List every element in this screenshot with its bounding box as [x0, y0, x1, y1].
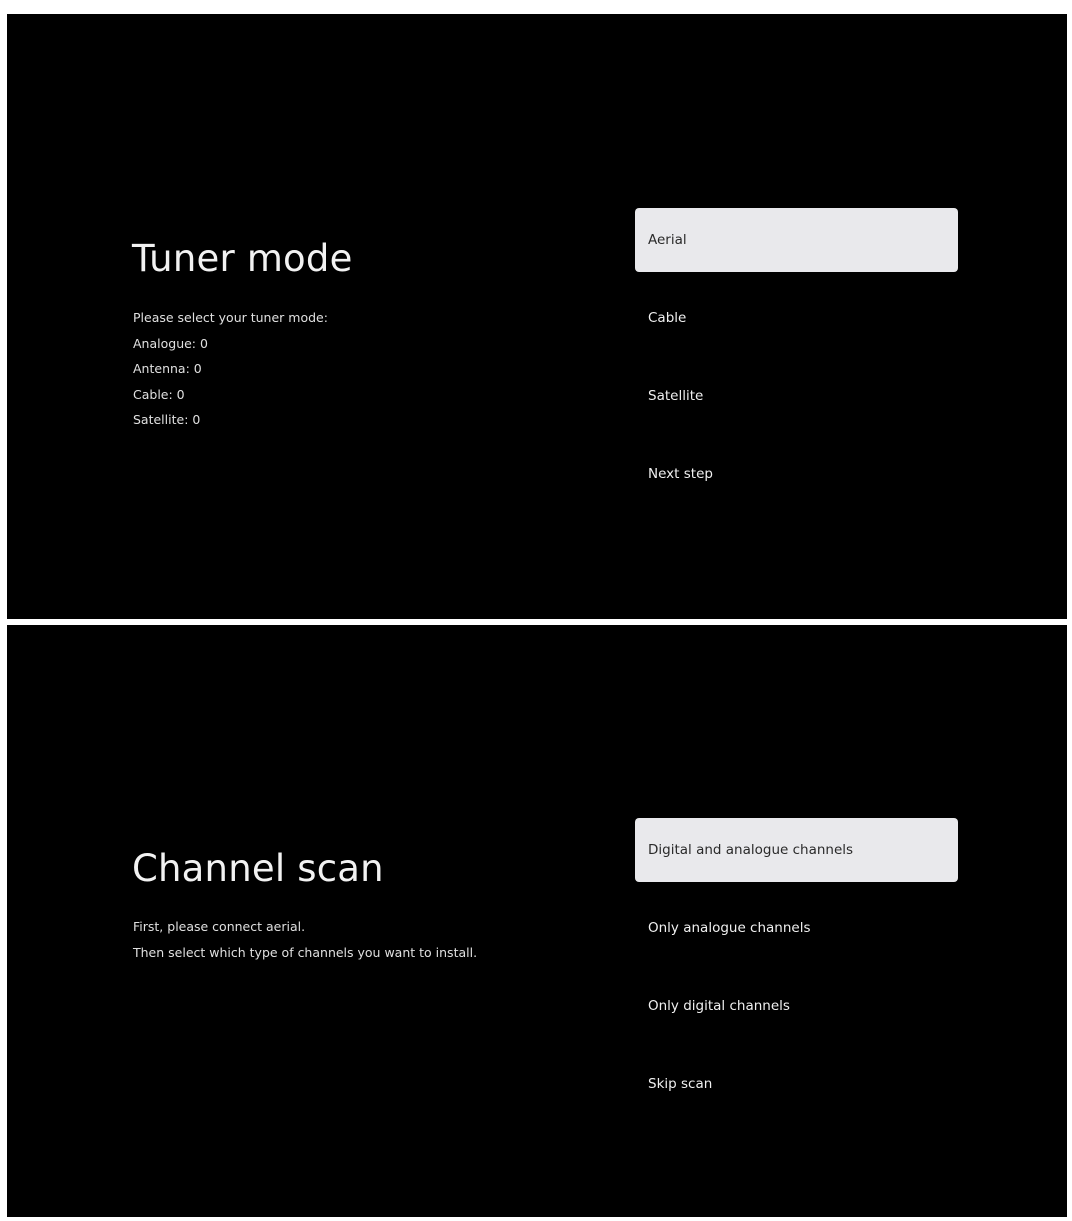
tuner-options-list: Aerial Cable Satellite Next step: [635, 208, 958, 520]
option-skip-scan[interactable]: Skip scan: [635, 1052, 958, 1116]
description-line-analogue: Analogue: 0: [133, 335, 208, 351]
option-next-step[interactable]: Next step: [635, 442, 958, 506]
page-title: Channel scan: [132, 847, 384, 890]
tuner-mode-screen: Tuner mode Please select your tuner mode…: [7, 14, 1067, 619]
page-title: Tuner mode: [132, 237, 353, 280]
description-line-antenna: Antenna: 0: [133, 361, 202, 376]
description-line: Please select your tuner mode:: [133, 310, 328, 325]
option-cable[interactable]: Cable: [635, 286, 958, 350]
scan-options-list: Digital and analogue channels Only analo…: [635, 818, 958, 1130]
description-line-satellite: Satellite: 0: [133, 412, 201, 427]
option-digital-and-analogue[interactable]: Digital and analogue channels: [635, 818, 958, 882]
option-aerial[interactable]: Aerial: [635, 208, 958, 272]
channel-scan-screen: Channel scan First, please connect aeria…: [7, 625, 1067, 1217]
option-only-analogue[interactable]: Only analogue channels: [635, 896, 958, 960]
option-satellite[interactable]: Satellite: [635, 364, 958, 428]
description-line: Then select which type of channels you w…: [133, 944, 478, 960]
scan-description: First, please connect aerial. Then selec…: [133, 914, 477, 965]
description-line-cable: Cable: 0: [133, 386, 185, 402]
description-line: First, please connect aerial.: [133, 919, 306, 934]
option-only-digital[interactable]: Only digital channels: [635, 974, 958, 1038]
tuner-description: Please select your tuner mode: Analogue:…: [133, 305, 328, 433]
